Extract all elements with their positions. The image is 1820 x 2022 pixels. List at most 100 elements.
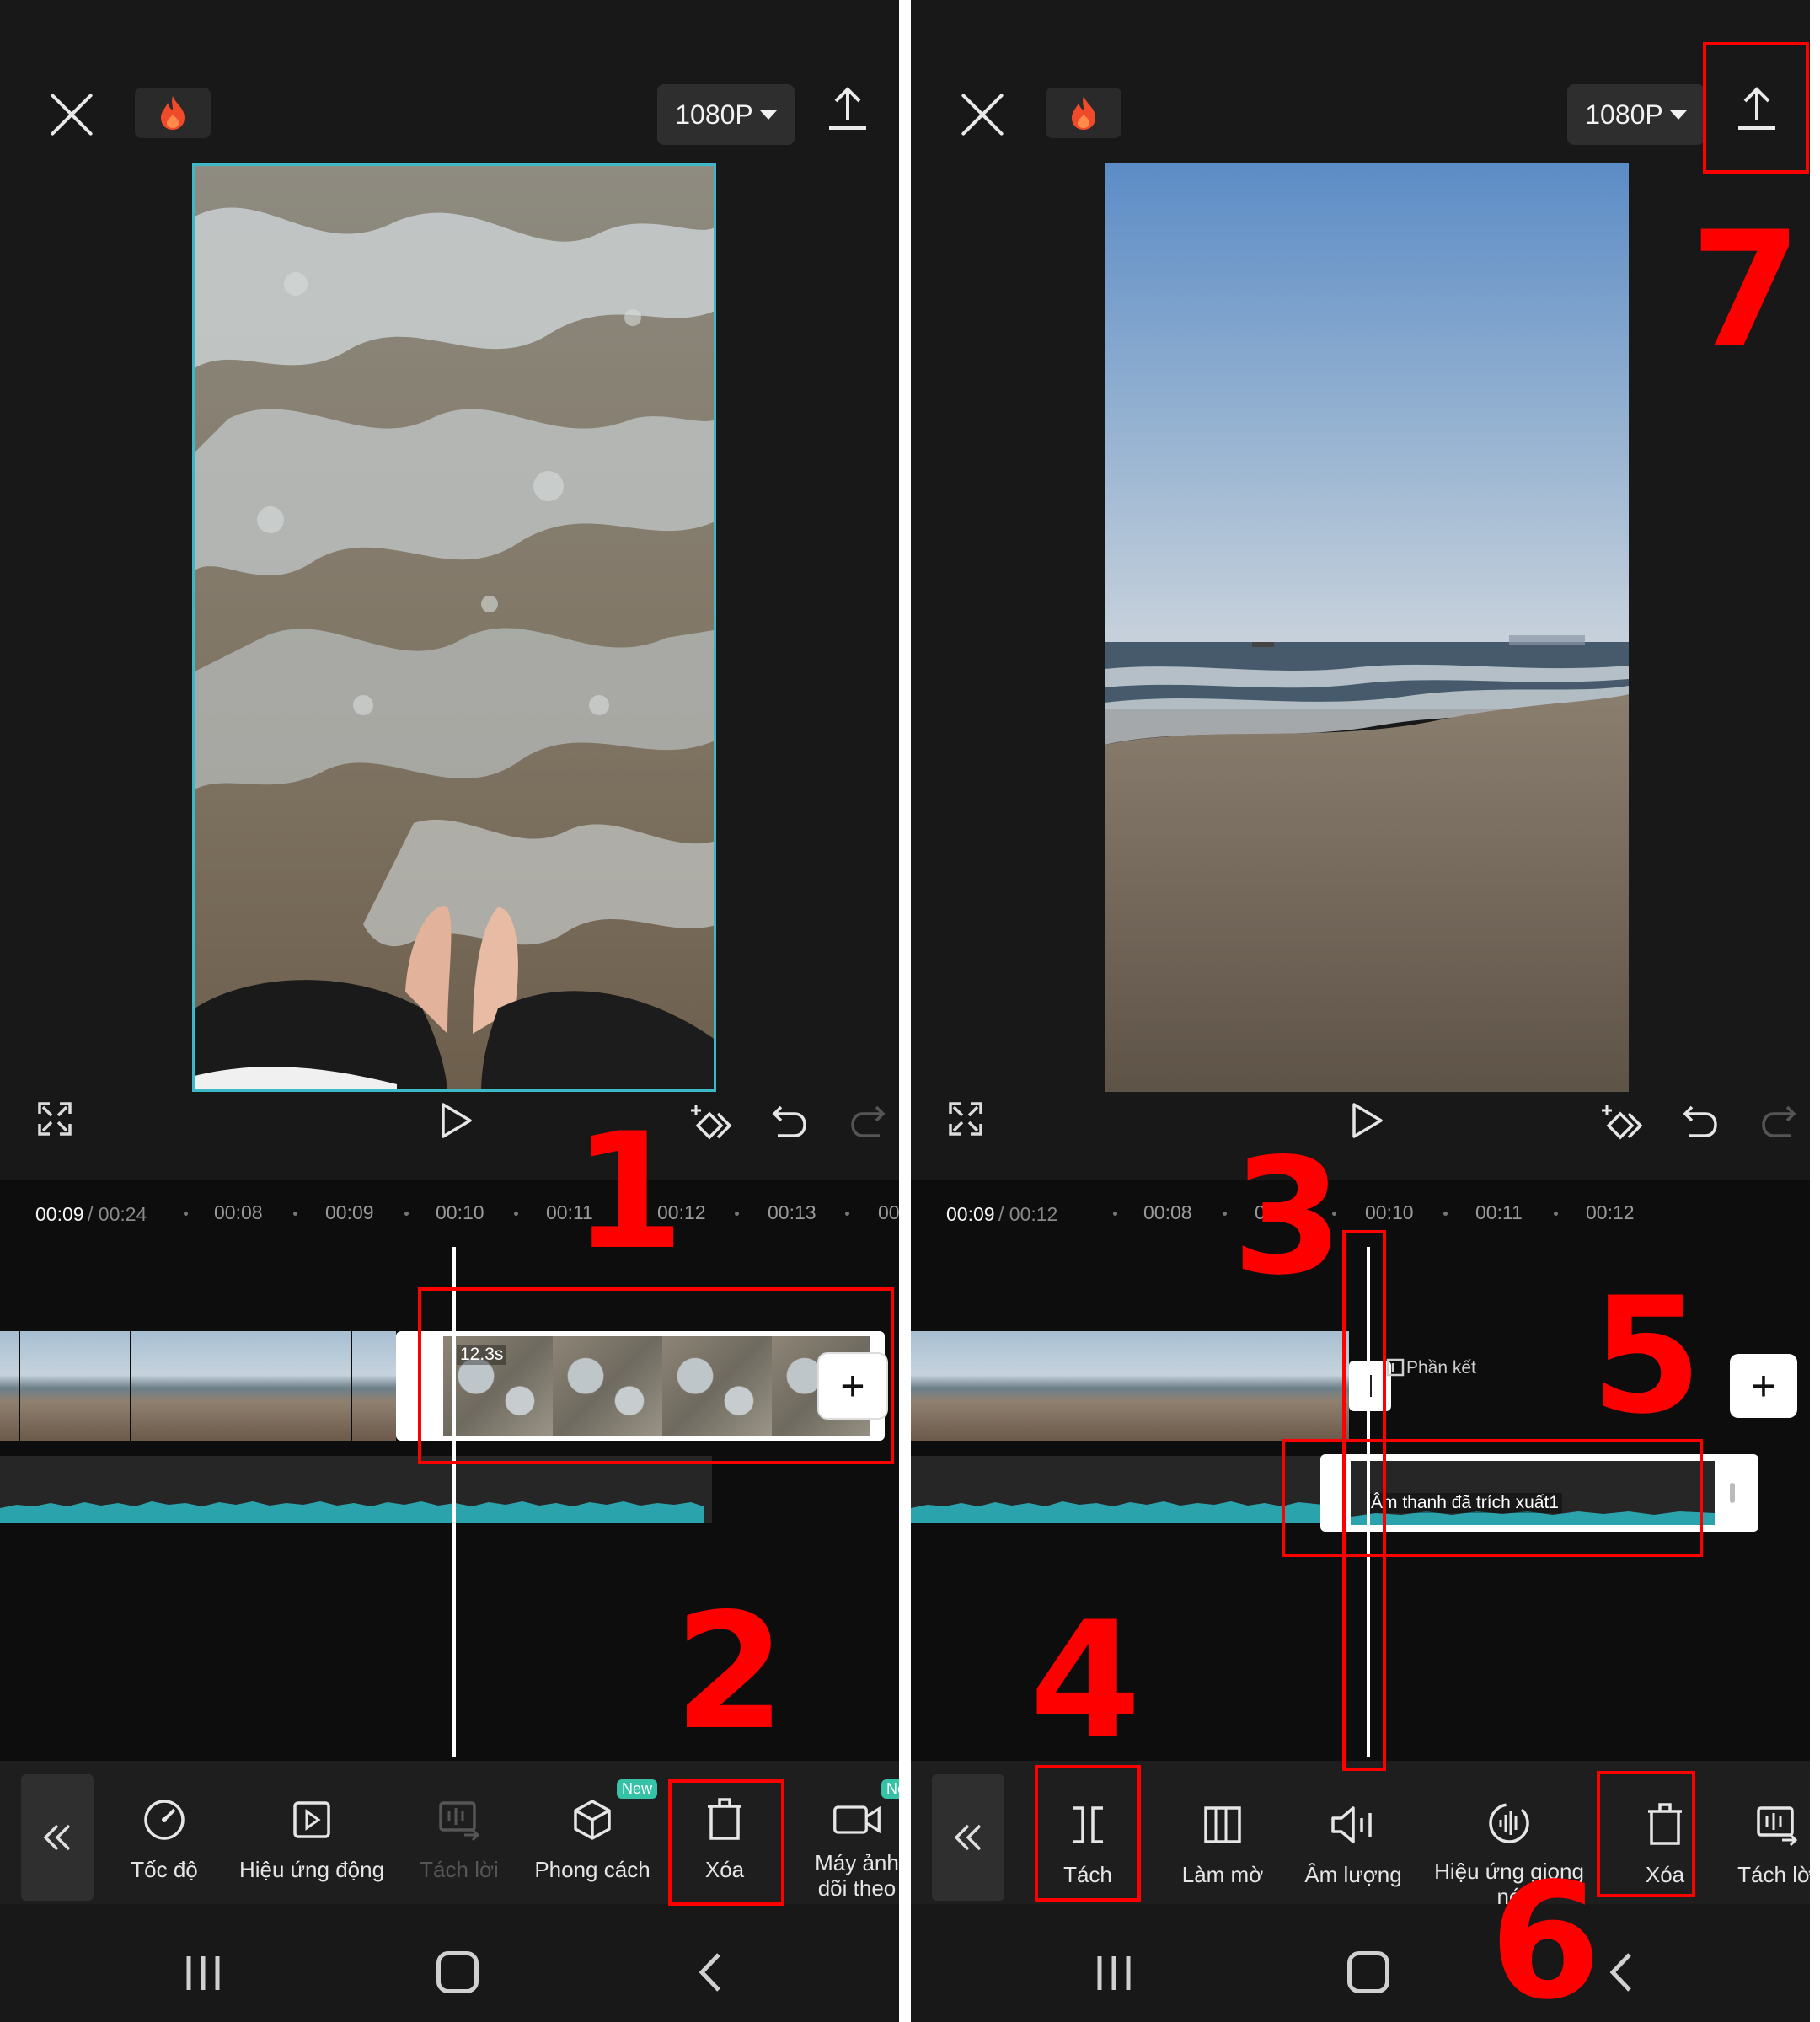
undo-icon[interactable] — [771, 1102, 808, 1139]
trim-handle-right[interactable] — [1730, 1483, 1735, 1503]
home-icon[interactable] — [436, 1951, 479, 1993]
ruler-dot — [293, 1212, 297, 1216]
close-icon[interactable] — [46, 89, 97, 140]
android-navbar — [0, 1904, 899, 2022]
style-cube-icon — [574, 1800, 611, 1840]
clip-frame — [1169, 1331, 1278, 1441]
recent-apps-icon[interactable] — [1095, 1955, 1133, 1992]
ruler-dot — [1554, 1212, 1558, 1216]
ruler-dot — [1443, 1212, 1448, 1216]
tool-camera-tracking[interactable]: Ne Máy ảnh dõi theo — [802, 1761, 899, 1904]
annotation-box-2 — [668, 1779, 784, 1906]
caret-down-icon — [1669, 110, 1687, 120]
ending-label[interactable]: Phần kết — [1406, 1358, 1476, 1378]
tool-speed[interactable]: Tốc độ — [118, 1761, 211, 1904]
ruler-tick: 00:09 — [325, 1201, 374, 1223]
ruler-tick: 00:10 — [436, 1201, 484, 1223]
play-icon[interactable] — [440, 1102, 474, 1139]
total-time: / 00:12 — [998, 1203, 1058, 1225]
keyframe-icon[interactable] — [689, 1102, 735, 1144]
redo-icon[interactable] — [1760, 1102, 1797, 1139]
tool-label: Tách lời — [420, 1857, 499, 1882]
home-icon[interactable] — [1347, 1951, 1389, 1993]
foam-water-image — [195, 166, 714, 1089]
beach-image — [1105, 163, 1629, 1092]
ruler-dot — [1113, 1212, 1117, 1216]
resolution-dropdown[interactable]: 1080P — [1567, 84, 1705, 145]
caret-down-icon — [759, 110, 777, 120]
separate-voice-icon — [439, 1801, 480, 1842]
camera-tracking-icon — [833, 1805, 881, 1834]
annotation-box-7 — [1703, 42, 1809, 174]
annotation-number-1: 1 — [573, 1099, 685, 1285]
export-icon[interactable] — [826, 84, 870, 135]
tool-style[interactable]: New Phong cách — [529, 1761, 658, 1904]
ruler-tick: 00:08 — [1143, 1201, 1192, 1223]
double-chevron-left-icon — [954, 1824, 982, 1851]
recent-apps-icon[interactable] — [184, 1955, 222, 1992]
separate-voice-icon — [1757, 1806, 1798, 1847]
current-time: 00:09 — [946, 1203, 995, 1225]
current-time: 00:09 — [35, 1203, 84, 1225]
ruler-dot — [404, 1212, 409, 1216]
resolution-dropdown[interactable]: 1080P — [657, 84, 795, 145]
annotation-box-4 — [1035, 1765, 1141, 1902]
audio-track[interactable] — [0, 1456, 712, 1523]
audio-waveform — [0, 1501, 704, 1523]
collapse-toolbar-button[interactable] — [932, 1774, 1004, 1901]
tool-label: Tách lời — [1737, 1862, 1810, 1887]
video-preview[interactable] — [1105, 163, 1629, 1092]
fullscreen-icon[interactable] — [949, 1102, 982, 1136]
fire-icon[interactable] — [1046, 88, 1121, 138]
panel-divider — [899, 0, 911, 2022]
double-chevron-left-icon — [43, 1824, 71, 1851]
tool-blur[interactable]: Làm mờ — [1164, 1761, 1282, 1904]
video-clip-beach[interactable] — [0, 1331, 396, 1441]
tool-label: Làm mờ — [1181, 1862, 1264, 1887]
annotation-number-2: 2 — [674, 1579, 786, 1765]
total-time: / 00:24 — [88, 1203, 147, 1225]
ruler-tick: 00:10 — [1365, 1201, 1414, 1223]
annotation-number-4: 4 — [1030, 1587, 1142, 1773]
clip-frame — [1059, 1331, 1169, 1441]
ending-icon — [1386, 1358, 1405, 1377]
annotation-box-6 — [1597, 1771, 1695, 1897]
back-icon[interactable] — [1604, 1951, 1638, 1993]
tool-separate-voice[interactable]: Tách lời — [413, 1761, 506, 1904]
tool-label: Âm lượng — [1304, 1862, 1402, 1887]
video-clip-beach[interactable] — [911, 1331, 1349, 1441]
clip-frame — [131, 1331, 241, 1441]
ruler-tick: 00 — [878, 1201, 899, 1223]
ruler-tick: 00:08 — [214, 1201, 263, 1223]
tool-separate-voice[interactable]: Tách lời — [1726, 1761, 1810, 1904]
voice-effect-icon — [1489, 1803, 1529, 1843]
ruler-dot — [845, 1212, 849, 1216]
play-icon[interactable] — [1351, 1102, 1384, 1139]
clip-frame — [0, 1331, 19, 1441]
video-preview[interactable] — [192, 163, 716, 1092]
close-icon[interactable] — [957, 89, 1008, 140]
ruler-tick: 00:12 — [1586, 1201, 1635, 1223]
keyframe-icon[interactable] — [1600, 1102, 1646, 1144]
annotation-number-7: 7 — [1690, 197, 1802, 383]
ruler-dot — [1223, 1212, 1227, 1216]
undo-icon[interactable] — [1682, 1102, 1719, 1139]
add-clip-button[interactable]: + — [1730, 1354, 1797, 1418]
fire-icon[interactable] — [135, 88, 211, 138]
redo-icon[interactable] — [849, 1102, 886, 1139]
tool-motion-effect[interactable]: Hiệu ứng động — [236, 1761, 388, 1904]
ruler-tick: 00:11 — [1475, 1201, 1523, 1223]
annotation-box-1 — [418, 1287, 894, 1464]
add-clip-label: + — [1751, 1362, 1776, 1410]
fullscreen-icon[interactable] — [38, 1102, 72, 1136]
collapse-toolbar-button[interactable] — [21, 1774, 94, 1901]
audio-track[interactable] — [911, 1456, 1324, 1523]
back-icon[interactable] — [693, 1951, 727, 1993]
tool-label: Phong cách — [534, 1857, 650, 1882]
annotation-box-5 — [1282, 1439, 1703, 1557]
tool-volume[interactable]: Âm lượng — [1290, 1761, 1416, 1904]
new-badge: Ne — [881, 1779, 899, 1799]
clip-frame — [352, 1331, 396, 1441]
ruler-dot — [735, 1212, 739, 1216]
resolution-value: 1080P — [1585, 99, 1663, 130]
